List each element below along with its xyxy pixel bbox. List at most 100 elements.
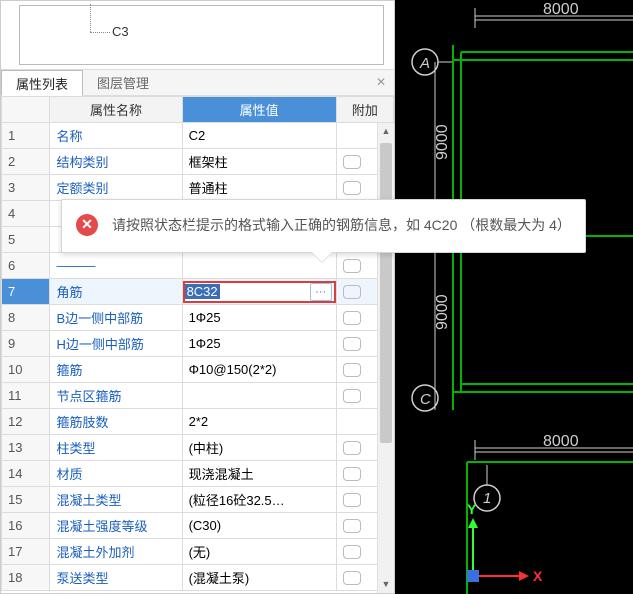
- prop-name[interactable]: 混凝土强度等级: [50, 513, 182, 539]
- scroll-down[interactable]: ▼: [378, 576, 394, 593]
- col-extra[interactable]: 附加: [336, 97, 393, 123]
- prop-value[interactable]: 普通柱: [182, 175, 336, 201]
- prop-value[interactable]: (混凝土泵): [182, 565, 336, 591]
- svg-text:C: C: [420, 391, 431, 408]
- row-number[interactable]: 11: [2, 383, 50, 409]
- prop-name[interactable]: 混凝土外加剂: [50, 539, 182, 565]
- table-row[interactable]: 3定额类别普通柱: [2, 175, 394, 201]
- prop-value[interactable]: [182, 383, 336, 409]
- value-editor[interactable]: 8C32 ···: [183, 281, 336, 303]
- prop-value[interactable]: 现浇混凝土: [182, 461, 336, 487]
- row-number[interactable]: 4: [2, 201, 50, 227]
- table-row[interactable]: 17混凝土外加剂(无): [2, 539, 394, 565]
- row-number[interactable]: 13: [2, 435, 50, 461]
- table-row[interactable]: 2结构类别框架柱: [2, 149, 394, 175]
- prop-name[interactable]: 柱类型: [50, 435, 182, 461]
- prop-value[interactable]: 2*2: [182, 409, 336, 435]
- scrollbar-vertical[interactable]: ▲ ▼: [377, 123, 394, 593]
- close-panel[interactable]: ✕: [374, 75, 388, 89]
- table-row[interactable]: 6———: [2, 253, 394, 279]
- tree-node-c3[interactable]: C3: [112, 24, 129, 39]
- prop-value[interactable]: (无): [182, 539, 336, 565]
- checkbox[interactable]: [343, 493, 361, 507]
- value-input-text[interactable]: 8C32: [185, 284, 220, 299]
- prop-name[interactable]: 材质: [50, 461, 182, 487]
- component-tree[interactable]: C3: [19, 5, 384, 65]
- prop-name[interactable]: 箍筋肢数: [50, 409, 182, 435]
- prop-value[interactable]: (粒径16砼32.5…: [182, 487, 336, 513]
- prop-value[interactable]: 8C32 ···: [182, 279, 336, 305]
- row-number[interactable]: 7: [2, 279, 50, 305]
- table-row[interactable]: 16混凝土强度等级(C30): [2, 513, 394, 539]
- row-number[interactable]: 10: [2, 357, 50, 383]
- table-row[interactable]: 12箍筋肢数2*2: [2, 409, 394, 435]
- prop-name[interactable]: 箍筋: [50, 357, 182, 383]
- row-number[interactable]: 18: [2, 565, 50, 591]
- ellipsis-button[interactable]: ···: [310, 283, 332, 301]
- table-row[interactable]: 15混凝土类型(粒径16砼32.5…: [2, 487, 394, 513]
- checkbox[interactable]: [343, 311, 361, 325]
- scroll-thumb[interactable]: [380, 143, 392, 443]
- row-number[interactable]: 17: [2, 539, 50, 565]
- cad-view[interactable]: 8000 A 9000 9000 C: [395, 0, 633, 594]
- scroll-up[interactable]: ▲: [378, 123, 394, 140]
- table-row[interactable]: 1名称C2: [2, 123, 394, 149]
- checkbox[interactable]: [343, 441, 361, 455]
- prop-value[interactable]: (C30): [182, 513, 336, 539]
- col-value[interactable]: 属性值: [182, 97, 336, 123]
- row-number[interactable]: 15: [2, 487, 50, 513]
- table-row[interactable]: 7角筋8C32 ···: [2, 279, 394, 305]
- row-number[interactable]: 14: [2, 461, 50, 487]
- axis-gizmo[interactable]: X Y: [467, 501, 543, 584]
- prop-value[interactable]: 框架柱: [182, 149, 336, 175]
- prop-value[interactable]: C2: [182, 123, 336, 149]
- checkbox[interactable]: [343, 545, 361, 559]
- property-grid: 属性名称 属性值 附加 1名称C22结构类别框架柱3定额类别普通柱456———7…: [1, 96, 394, 593]
- svg-text:1: 1: [483, 490, 491, 507]
- prop-name[interactable]: 名称: [50, 123, 182, 149]
- table-row[interactable]: 13柱类型(中柱): [2, 435, 394, 461]
- col-name[interactable]: 属性名称: [50, 97, 182, 123]
- checkbox[interactable]: [343, 467, 361, 481]
- row-number[interactable]: 12: [2, 409, 50, 435]
- table-row[interactable]: 10箍筋Φ10@150(2*2): [2, 357, 394, 383]
- checkbox[interactable]: [343, 519, 361, 533]
- checkbox[interactable]: [343, 155, 361, 169]
- prop-value[interactable]: 1Φ25: [182, 305, 336, 331]
- tab-properties[interactable]: 属性列表: [1, 70, 83, 96]
- checkbox[interactable]: [343, 363, 361, 377]
- checkbox[interactable]: [343, 285, 361, 299]
- checkbox[interactable]: [343, 337, 361, 351]
- prop-name[interactable]: H边一侧中部筋: [50, 331, 182, 357]
- prop-value[interactable]: 1Φ25: [182, 331, 336, 357]
- tab-layers[interactable]: 图层管理: [83, 70, 163, 95]
- vdim-2: 9000: [434, 294, 451, 330]
- checkbox[interactable]: [343, 389, 361, 403]
- prop-value[interactable]: Φ10@150(2*2): [182, 357, 336, 383]
- checkbox[interactable]: [343, 571, 361, 585]
- row-number[interactable]: 5: [2, 227, 50, 253]
- row-number[interactable]: 8: [2, 305, 50, 331]
- row-number[interactable]: 2: [2, 149, 50, 175]
- prop-name[interactable]: 结构类别: [50, 149, 182, 175]
- table-row[interactable]: 8B边一侧中部筋1Φ25: [2, 305, 394, 331]
- prop-value[interactable]: (中柱): [182, 435, 336, 461]
- table-row[interactable]: 14材质现浇混凝土: [2, 461, 394, 487]
- prop-name[interactable]: 角筋: [50, 279, 182, 305]
- prop-name[interactable]: 节点区箍筋: [50, 383, 182, 409]
- table-row[interactable]: 9H边一侧中部筋1Φ25: [2, 331, 394, 357]
- row-number[interactable]: 9: [2, 331, 50, 357]
- row-number[interactable]: 16: [2, 513, 50, 539]
- checkbox[interactable]: [343, 259, 361, 273]
- table-row[interactable]: 18泵送类型(混凝土泵): [2, 565, 394, 591]
- prop-name[interactable]: ———: [50, 253, 182, 279]
- prop-name[interactable]: B边一侧中部筋: [50, 305, 182, 331]
- table-row[interactable]: 11节点区箍筋: [2, 383, 394, 409]
- prop-name[interactable]: 定额类别: [50, 175, 182, 201]
- prop-name[interactable]: 泵送类型: [50, 565, 182, 591]
- row-number[interactable]: 1: [2, 123, 50, 149]
- row-number[interactable]: 3: [2, 175, 50, 201]
- row-number[interactable]: 6: [2, 253, 50, 279]
- checkbox[interactable]: [343, 181, 361, 195]
- prop-name[interactable]: 混凝土类型: [50, 487, 182, 513]
